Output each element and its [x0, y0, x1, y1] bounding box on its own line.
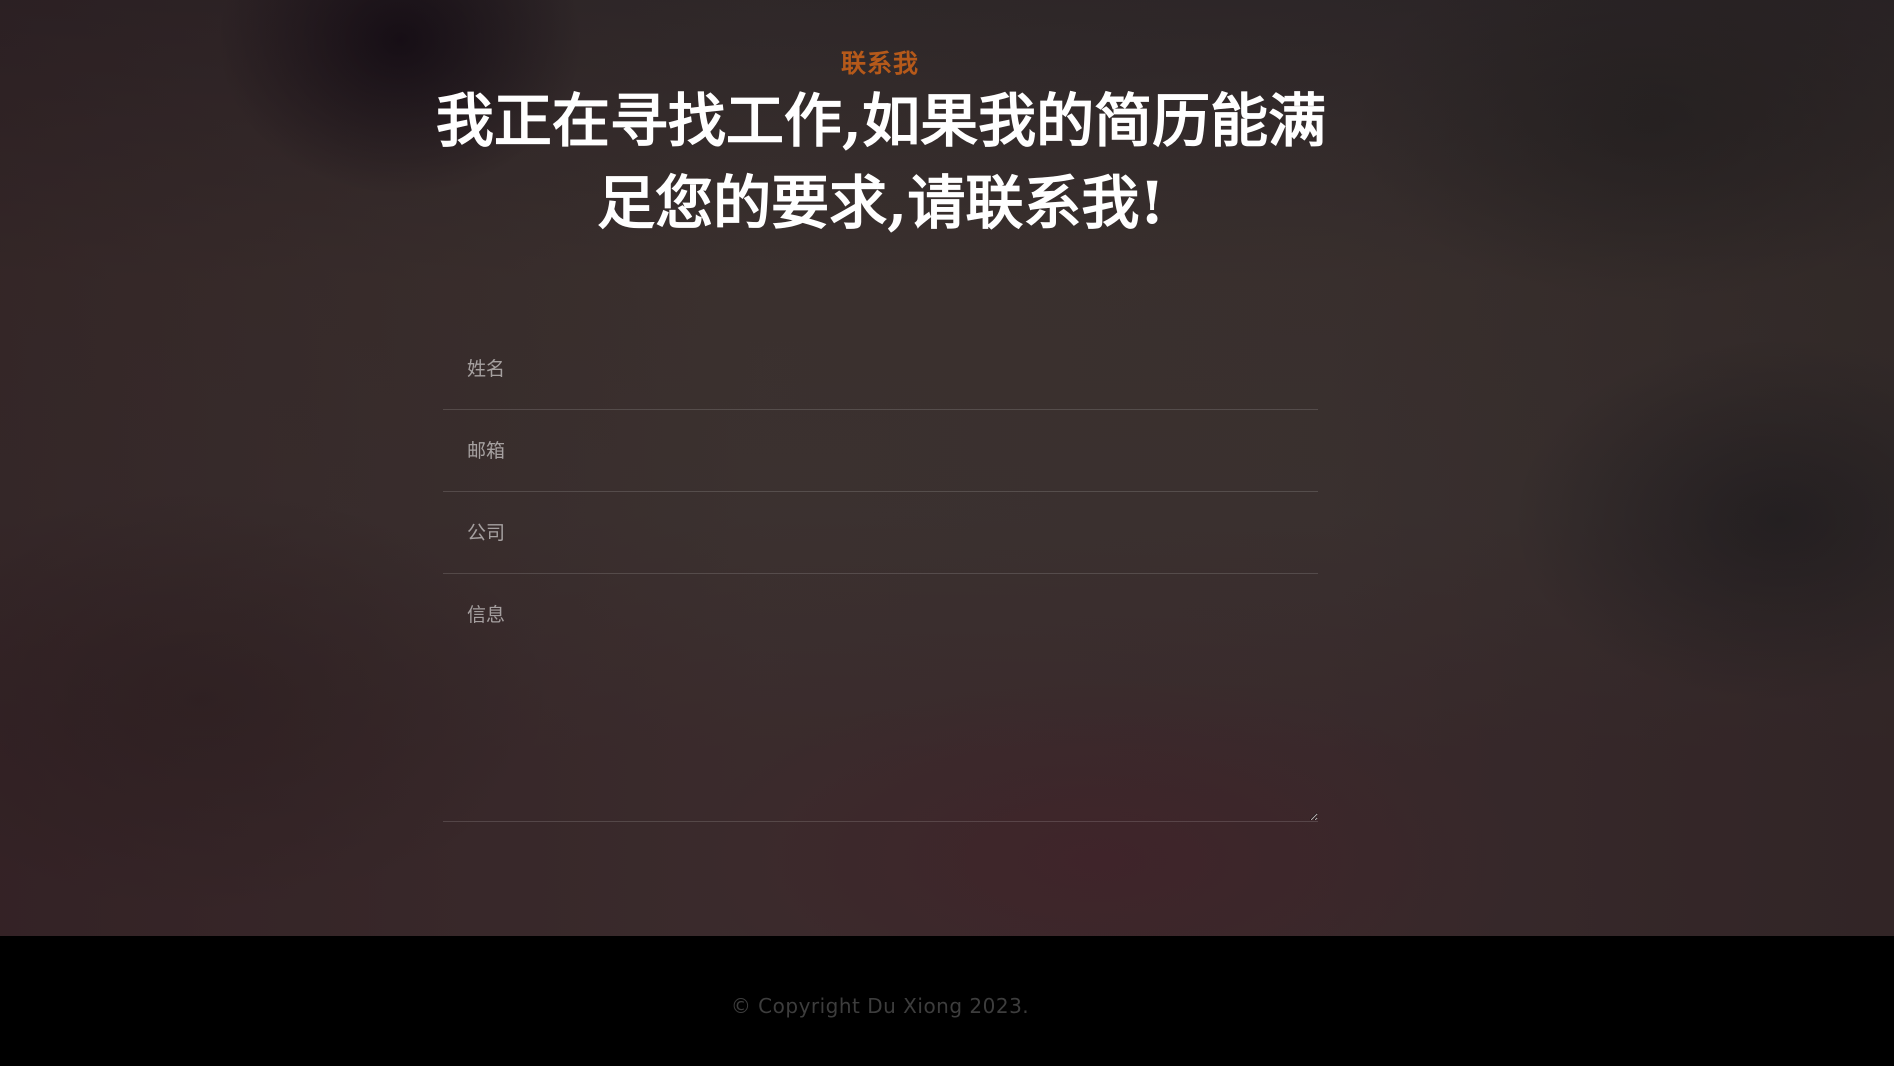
email-field[interactable] [443, 410, 1318, 492]
message-field[interactable] [443, 574, 1318, 822]
section-eyebrow: 联系我 [840, 49, 919, 78]
copyright-text: © Copyright Du Xiong 2023. [730, 994, 1030, 1018]
page-title: 我正在寻找工作,如果我的简历能满足您的要求,请联系我! [435, 87, 1327, 237]
name-field[interactable] [443, 328, 1318, 410]
contact-form [443, 328, 1318, 822]
contact-section: 联系我 我正在寻找工作,如果我的简历能满足您的要求,请联系我! [0, 0, 1894, 936]
company-field[interactable] [443, 492, 1318, 574]
